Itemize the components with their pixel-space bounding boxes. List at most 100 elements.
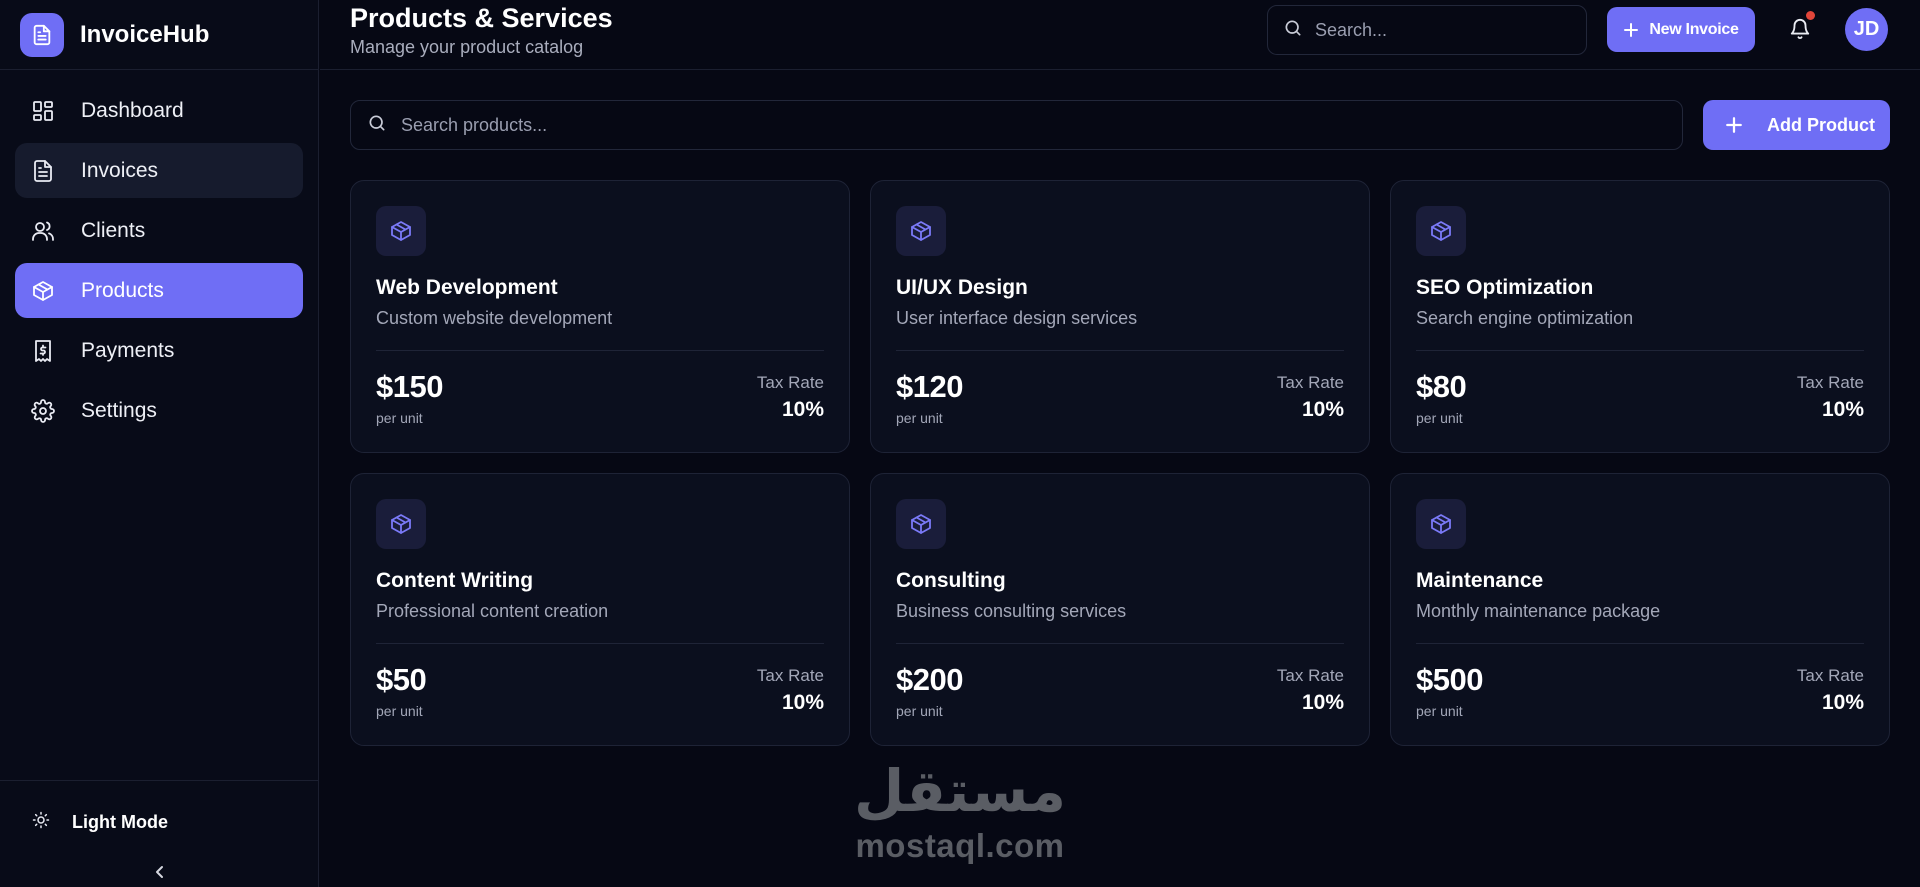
price-unit: per unit: [1416, 410, 1463, 426]
product-name: Web Development: [376, 276, 558, 299]
product-price: $120: [896, 369, 963, 404]
price-unit: per unit: [896, 410, 943, 426]
product-card[interactable]: Content Writing Professional content cre…: [350, 473, 850, 746]
watermark: مستقل mostaql.com: [845, 755, 1075, 865]
tax-rate-value: 10%: [781, 691, 824, 714]
divider: [1416, 350, 1864, 351]
search-icon: [367, 113, 387, 138]
product-card[interactable]: Consulting Business consulting services …: [870, 473, 1370, 746]
mostaql-logo: مستقل: [854, 757, 1066, 825]
product-description: User interface design services: [896, 308, 1138, 328]
sidebar-item-invoices[interactable]: Invoices: [15, 143, 303, 198]
chevron-left-icon: [156, 866, 163, 878]
product-search-input[interactable]: [401, 114, 1601, 136]
sidebar-item-clients[interactable]: Clients: [15, 203, 303, 258]
sidebar-nav: Dashboard Invoices Clients Products Paym…: [0, 70, 318, 438]
divider: [376, 350, 824, 351]
divider: [376, 643, 824, 644]
tax-rate-label: Tax Rate: [1276, 373, 1344, 392]
divider: [896, 350, 1344, 351]
tax-rate-label: Tax Rate: [1796, 666, 1864, 685]
page-subtitle: Manage your product catalog: [350, 37, 584, 57]
add-product-label: Add Product: [1767, 114, 1875, 135]
tax-rate-label: Tax Rate: [1796, 373, 1864, 392]
sidebar-item-label: Clients: [81, 218, 146, 242]
sidebar-item-label: Invoices: [81, 158, 159, 182]
file-icon: [30, 158, 56, 184]
gear-icon: [30, 398, 56, 424]
brand[interactable]: InvoiceHub: [0, 0, 318, 70]
product-grid: Web Development Custom website developme…: [350, 180, 1890, 746]
global-search: [1267, 5, 1587, 55]
product-description: Professional content creation: [376, 601, 609, 621]
tax-rate-value: 10%: [1821, 691, 1864, 714]
box-icon: [896, 206, 946, 256]
divider: [1416, 643, 1864, 644]
watermark-text: mostaql.com: [855, 827, 1065, 864]
product-name: UI/UX Design: [896, 276, 1028, 299]
page-title: Products & Services: [350, 3, 613, 33]
product-description: Monthly maintenance package: [1416, 601, 1661, 621]
brand-name: InvoiceHub: [80, 20, 210, 48]
tax-rate-label: Tax Rate: [756, 666, 824, 685]
product-name: SEO Optimization: [1416, 276, 1594, 299]
collapse-sidebar-button[interactable]: [152, 864, 168, 880]
receipt-icon: [30, 338, 56, 364]
svg-text:مستقل: مستقل: [854, 757, 1066, 825]
product-name: Consulting: [896, 569, 1006, 592]
light-mode-label: Light Mode: [72, 812, 168, 832]
new-invoice-label: New Invoice: [1649, 20, 1739, 38]
tax-rate-value: 10%: [1821, 398, 1864, 421]
box-icon: [1416, 499, 1466, 549]
product-name: Content Writing: [376, 569, 534, 592]
box-icon: [30, 278, 56, 304]
add-product-button[interactable]: Add Product: [1703, 100, 1890, 150]
light-mode-toggle[interactable]: Light Mode: [32, 811, 168, 834]
product-name: Maintenance: [1416, 569, 1544, 592]
notification-badge: [1806, 11, 1815, 20]
sidebar-item-payments[interactable]: Payments: [15, 323, 303, 378]
product-price: $500: [1416, 662, 1483, 697]
notifications-button[interactable]: [1789, 11, 1815, 41]
bell-icon: [1790, 19, 1810, 40]
product-description: Search engine optimization: [1416, 308, 1634, 328]
top-header: Products & Services Manage your product …: [320, 0, 1920, 70]
sidebar-item-label: Settings: [81, 398, 157, 422]
sidebar-item-label: Payments: [81, 338, 175, 362]
price-unit: per unit: [376, 410, 423, 426]
box-icon: [1416, 206, 1466, 256]
sidebar-item-products[interactable]: Products: [15, 263, 303, 318]
product-card[interactable]: Web Development Custom website developme…: [350, 180, 850, 453]
tax-rate-value: 10%: [781, 398, 824, 421]
price-unit: per unit: [1416, 703, 1463, 719]
product-price: $150: [376, 369, 443, 404]
price-unit: per unit: [896, 703, 943, 719]
avatar[interactable]: JD: [1845, 8, 1888, 51]
product-price: $80: [1416, 369, 1467, 404]
tax-rate-value: 10%: [1301, 691, 1344, 714]
product-card[interactable]: SEO Optimization Search engine optimizat…: [1390, 180, 1890, 453]
users-icon: [30, 218, 56, 244]
product-price: $50: [376, 662, 427, 697]
tax-rate-label: Tax Rate: [1276, 666, 1344, 685]
box-icon: [376, 206, 426, 256]
tax-rate-value: 10%: [1301, 398, 1344, 421]
product-search: [350, 100, 1683, 150]
box-icon: [896, 499, 946, 549]
sidebar-footer: Light Mode: [0, 780, 319, 887]
new-invoice-button[interactable]: New Invoice: [1607, 7, 1755, 52]
plus-icon: [1623, 22, 1639, 38]
product-card[interactable]: Maintenance Monthly maintenance package …: [1390, 473, 1890, 746]
price-unit: per unit: [376, 703, 423, 719]
product-card[interactable]: UI/UX Design User interface design servi…: [870, 180, 1370, 453]
sidebar-item-settings[interactable]: Settings: [15, 383, 303, 438]
box-icon: [376, 499, 426, 549]
product-description: Custom website development: [376, 308, 613, 328]
plus-icon: [1725, 116, 1743, 134]
sidebar-item-dashboard[interactable]: Dashboard: [15, 83, 303, 138]
sidebar-item-label: Products: [81, 278, 164, 302]
global-search-input[interactable]: [1315, 19, 1555, 41]
tax-rate-label: Tax Rate: [756, 373, 824, 392]
sidebar-item-label: Dashboard: [81, 98, 184, 122]
product-description: Business consulting services: [896, 601, 1127, 621]
